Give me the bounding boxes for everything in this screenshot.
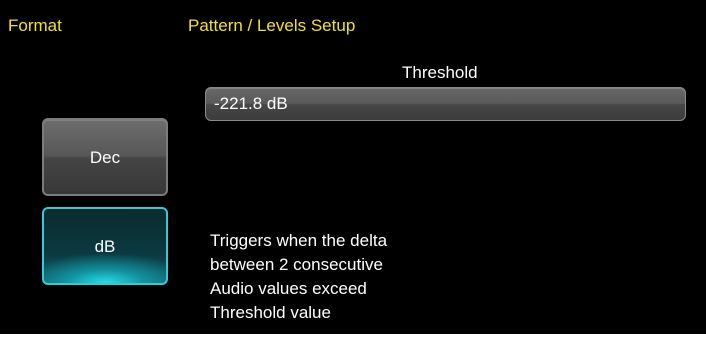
db-format-button[interactable]: dB [42,207,168,285]
trigger-description: Triggers when the delta between 2 consec… [210,229,630,325]
description-line: between 2 consecutive [210,255,383,274]
bottom-edge [0,334,706,340]
trigger-setup-panel: Format Pattern / Levels Setup Threshold … [0,0,706,334]
description-line: Triggers when the delta [210,231,388,250]
description-line: Threshold value [210,303,331,322]
threshold-label: Threshold [402,63,478,82]
description-line: Audio values exceed [210,279,367,298]
format-section-label: Format [8,16,62,35]
pattern-levels-section-label: Pattern / Levels Setup [188,16,356,35]
dec-format-button[interactable]: Dec [42,118,168,196]
threshold-input[interactable]: -221.8 dB [205,87,686,121]
